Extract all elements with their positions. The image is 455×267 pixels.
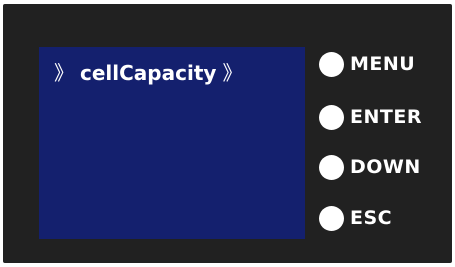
menu-button[interactable]: MENU — [319, 50, 415, 78]
esc-button-circle-icon[interactable] — [319, 205, 344, 231]
key-group: MENU ENTER DOWN ESC — [319, 50, 449, 236]
esc-button-label: ESC — [350, 207, 393, 229]
screen-title: cellCapacity — [80, 61, 217, 85]
lcd-screen: 》 cellCapacity 》 — [39, 47, 305, 239]
left-chevron-icon: 》 — [54, 61, 74, 85]
menu-button-circle-icon[interactable] — [319, 51, 344, 77]
enter-button-circle-icon[interactable] — [319, 104, 344, 130]
enter-button[interactable]: ENTER — [319, 103, 422, 131]
right-chevron-icon: 》 — [222, 61, 243, 85]
enter-button-label: ENTER — [350, 106, 422, 128]
menu-button-label: MENU — [350, 53, 416, 75]
esc-button[interactable]: ESC — [319, 204, 392, 232]
down-button-circle-icon[interactable] — [319, 154, 344, 180]
down-button[interactable]: DOWN — [319, 153, 421, 181]
down-button-label: DOWN — [350, 156, 421, 178]
lcd-menu-line: 》 cellCapacity 》 — [54, 60, 242, 86]
device-panel: 》 cellCapacity 》 MENU ENTER DOWN ESC — [3, 4, 452, 263]
